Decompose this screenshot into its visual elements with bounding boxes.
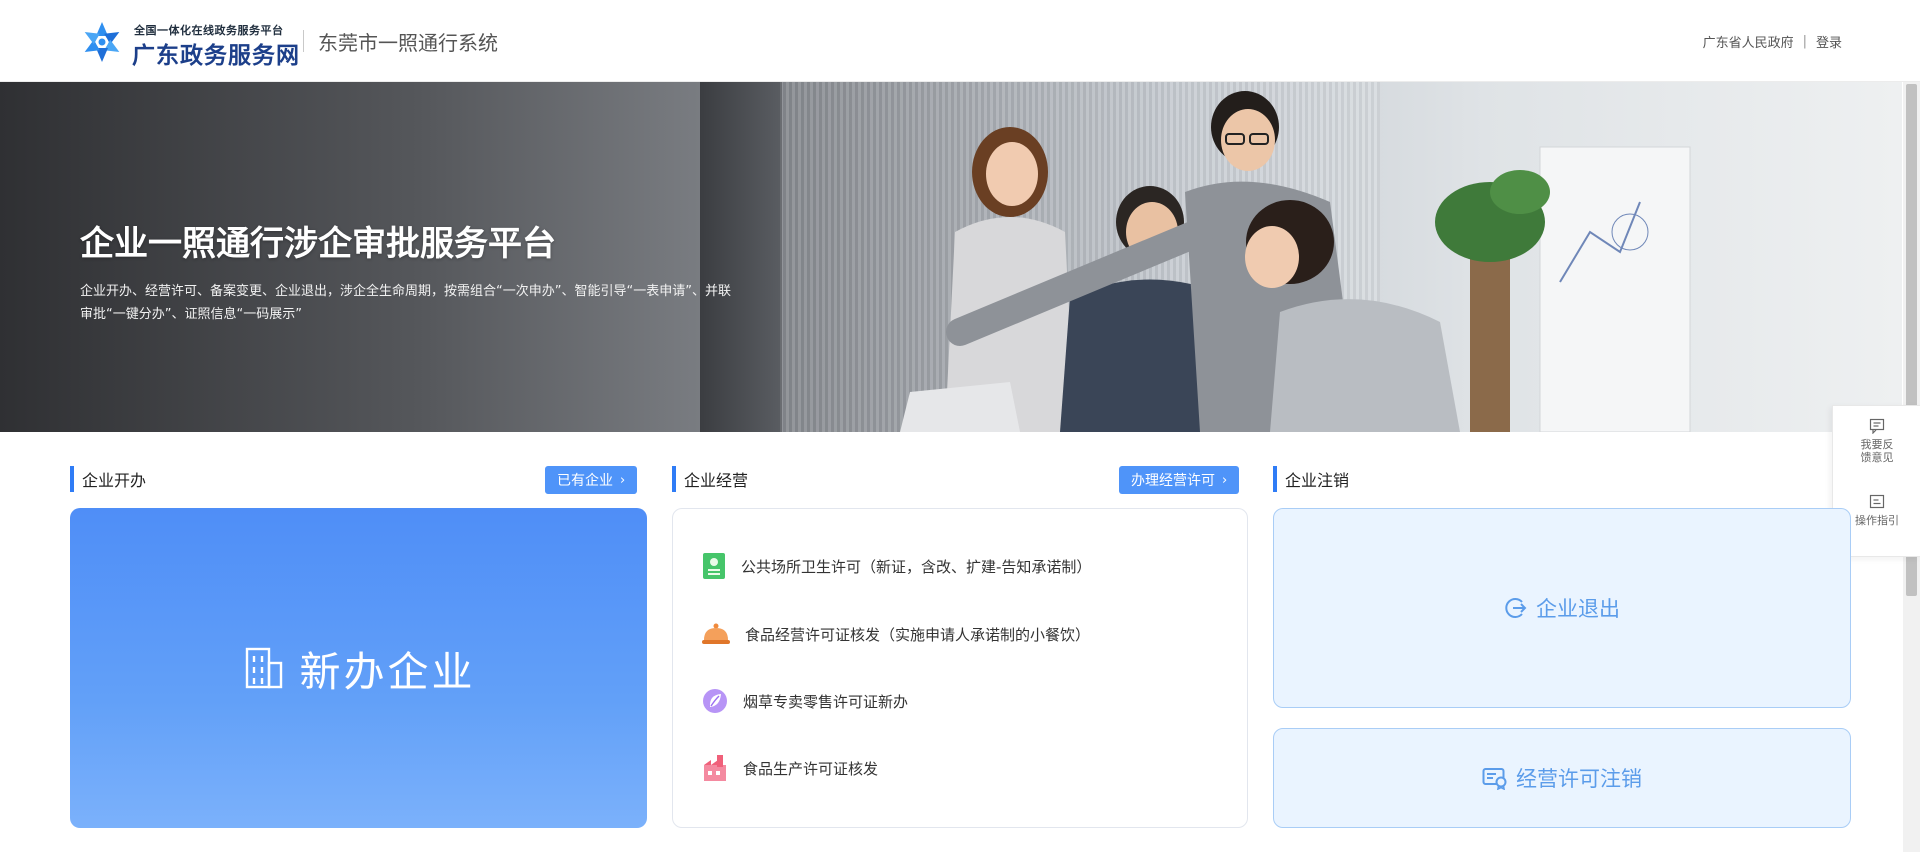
new-enterprise-card[interactable]: 新办企业: [70, 508, 647, 828]
top-header: 全国一体化在线政务服务平台 广东政务服务网 东莞市一照通行系统 广东省人民政府 …: [0, 0, 1920, 82]
system-name: 东莞市一照通行系统: [318, 31, 498, 55]
food-production-label: 食品生产许可证核发: [743, 759, 879, 778]
exit-icon: [1505, 598, 1527, 618]
business-team-illustration: [900, 91, 1691, 432]
list-item-tobacco[interactable]: 烟草专卖零售许可证新办: [701, 684, 908, 718]
new-enterprise-label: 新办企业: [299, 648, 476, 696]
section-operate-header: 企业经营: [672, 466, 748, 492]
license-cancel-icon: [1482, 768, 1507, 790]
food-business-label: 食品经营许可证核发（实施申请人承诺制的小餐饮）: [745, 625, 1091, 644]
license-cancel-label: 经营许可注销: [1516, 767, 1642, 791]
handle-license-label: 办理经营许可: [1131, 473, 1215, 489]
login-link[interactable]: 登录: [1816, 32, 1842, 51]
enterprise-exit-card[interactable]: 企业退出: [1273, 508, 1851, 708]
existing-enterprise-button[interactable]: 已有企业 ›: [545, 466, 638, 494]
operate-license-list: 公共场所卫生许可（新证，含改、扩建-告知承诺制） 食品经营许可证核发（实施申请人…: [672, 508, 1248, 828]
guide-icon: [1869, 494, 1885, 509]
banner-desc-line-1: 企业开办、经营许可、备案变更、企业退出，涉企全生命周期，按需组合“一次申办”、智…: [80, 284, 731, 299]
license-cancel-card[interactable]: 经营许可注销: [1273, 728, 1851, 828]
gov-link[interactable]: 广东省人民政府: [1703, 32, 1794, 51]
section-open-title: 企业开办: [82, 471, 147, 490]
guangdong-gov-logo-icon[interactable]: [80, 20, 124, 64]
section-operate-title: 企业经营: [684, 471, 749, 490]
list-item-public-hygiene[interactable]: 公共场所卫生许可（新证，含改、扩建-告知承诺制）: [701, 549, 1091, 583]
chevron-right-icon: ›: [620, 472, 626, 488]
building-icon: [245, 647, 282, 689]
link-separator: |: [1802, 34, 1807, 49]
banner-desc-line-2: 审批“一键分办”、证照信息“一码展示”: [80, 307, 302, 322]
banner-pillar: [700, 82, 782, 432]
existing-enterprise-label: 已有企业: [557, 473, 613, 489]
top-links: 广东省人民政府 | 登录: [1703, 32, 1842, 51]
feedback-icon: [1869, 418, 1885, 434]
section-cancel-header: 企业注销: [1273, 466, 1349, 492]
list-item-food-production[interactable]: 食品生产许可证核发: [701, 751, 878, 785]
list-item-food-business[interactable]: 食品经营许可证核发（实施申请人承诺制的小餐饮）: [701, 617, 1090, 651]
factory-icon: [704, 755, 726, 781]
feedback-label-line-2: 馈意见: [1860, 451, 1894, 464]
banner-description: 企业开办、经营许可、备案变更、企业退出，涉企全生命周期，按需组合“一次申办”、智…: [80, 280, 820, 326]
certificate-icon: [703, 553, 725, 579]
brand-name[interactable]: 广东政务服务网: [132, 36, 300, 70]
section-open-header: 企业开办: [70, 466, 146, 492]
feedback-button[interactable]: 我要反 馈意见: [1833, 418, 1920, 464]
handle-license-button[interactable]: 办理经营许可 ›: [1119, 466, 1240, 494]
banner-title: 企业一照通行涉企审批服务平台: [80, 224, 556, 264]
tobacco-label: 烟草专卖零售许可证新办: [743, 692, 909, 711]
public-hygiene-label: 公共场所卫生许可（新证，含改、扩建-告知承诺制）: [741, 557, 1092, 576]
hero-banner: 企业一照通行涉企审批服务平台 企业开办、经营许可、备案变更、企业退出，涉企全生命…: [0, 82, 1902, 432]
dish-cover-icon: [702, 623, 730, 644]
brand-divider: [303, 30, 304, 52]
section-cancel-title: 企业注销: [1285, 471, 1350, 490]
enterprise-exit-label: 企业退出: [1536, 597, 1620, 621]
tobacco-leaf-icon: [703, 689, 727, 713]
section-accent-bar: [672, 466, 676, 492]
feedback-label-line-1: 我要反: [1860, 438, 1894, 451]
section-accent-bar: [70, 466, 74, 492]
section-accent-bar: [1273, 466, 1277, 492]
chevron-right-icon: ›: [1222, 472, 1228, 488]
